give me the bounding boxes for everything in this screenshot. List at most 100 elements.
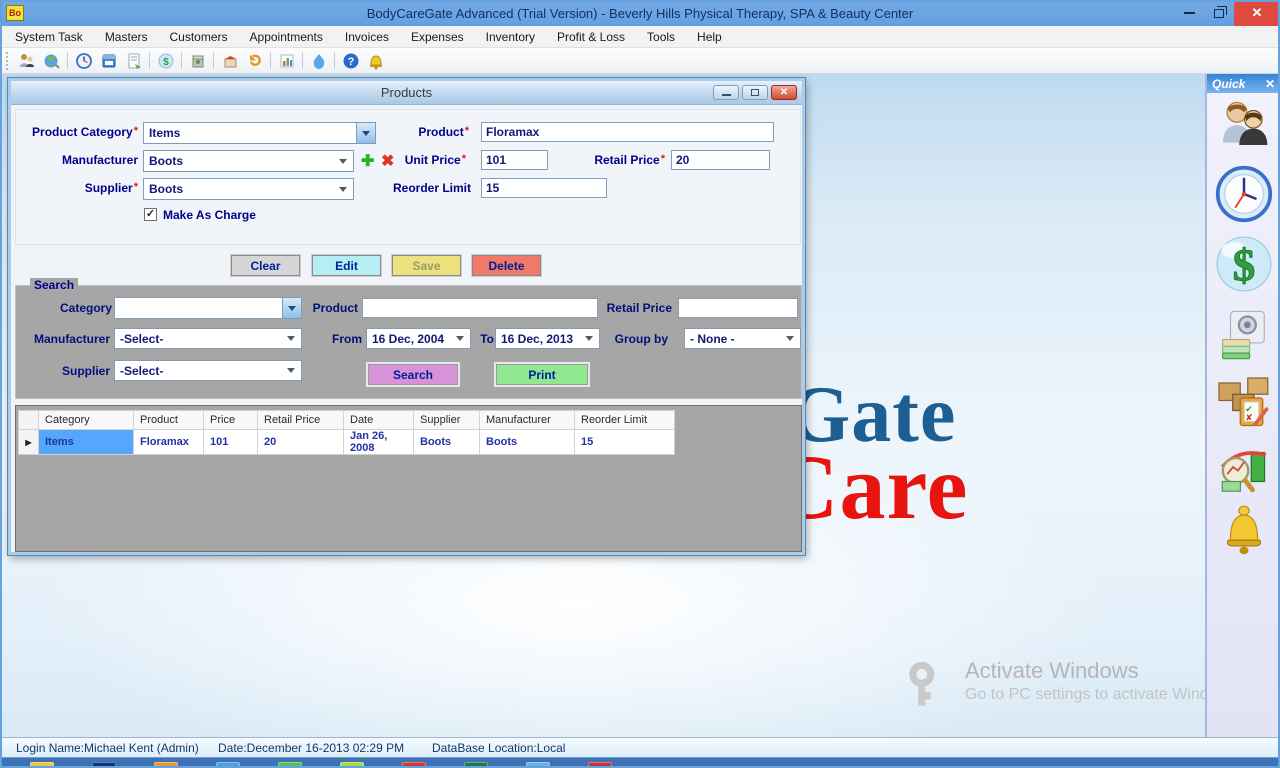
taskbar-app-icon[interactable] xyxy=(402,762,426,768)
unit-price-input[interactable] xyxy=(481,150,548,170)
taskbar-app-icon[interactable] xyxy=(92,762,116,768)
menu-customers[interactable]: Customers xyxy=(159,26,239,48)
chevron-down-icon xyxy=(287,336,295,341)
quick-customers-icon[interactable] xyxy=(1216,96,1272,157)
chevron-down-icon xyxy=(585,336,593,341)
search-retail-price-input[interactable] xyxy=(678,298,798,318)
sales-box-icon[interactable] xyxy=(217,50,242,72)
col-supplier[interactable]: Supplier xyxy=(414,411,480,430)
cell-reorder-limit[interactable]: 15 xyxy=(575,430,675,455)
delete-button[interactable]: Delete xyxy=(472,255,541,276)
cell-retail-price[interactable]: 20 xyxy=(258,430,344,455)
quick-dollar-icon[interactable]: $ xyxy=(1214,234,1274,299)
make-as-charge-checkbox[interactable]: ✓ xyxy=(144,208,157,221)
menu-invoices[interactable]: Invoices xyxy=(334,26,400,48)
product-input[interactable] xyxy=(481,122,774,142)
edit-button[interactable]: Edit xyxy=(312,255,381,276)
menu-inventory[interactable]: Inventory xyxy=(475,26,546,48)
col-retail-price[interactable]: Retail Price xyxy=(258,411,344,430)
search-supplier-combo[interactable]: -Select- xyxy=(114,360,302,381)
taskbar-app-icon[interactable] xyxy=(464,762,488,768)
world-icon[interactable] xyxy=(39,50,64,72)
product-box-icon[interactable] xyxy=(185,50,210,72)
menu-masters[interactable]: Masters xyxy=(94,26,159,48)
taskbar-app-icon[interactable] xyxy=(30,762,54,768)
remove-manufacturer-icon[interactable]: ✖ xyxy=(381,151,394,171)
clear-button[interactable]: Clear xyxy=(231,255,300,276)
splash-icon[interactable] xyxy=(306,50,331,72)
group-by-combo[interactable]: - None - xyxy=(684,328,801,349)
money-icon[interactable]: $ xyxy=(153,50,178,72)
menu-help[interactable]: Help xyxy=(686,26,733,48)
add-manufacturer-icon[interactable]: ✚ xyxy=(361,151,374,171)
dialog-maximize-button[interactable] xyxy=(742,85,768,100)
menu-appointments[interactable]: Appointments xyxy=(239,26,334,48)
reorder-limit-input[interactable] xyxy=(481,178,607,198)
cell-product[interactable]: Floramax xyxy=(134,430,204,455)
invoice-icon[interactable] xyxy=(121,50,146,72)
taskbar-app-icon[interactable] xyxy=(526,762,550,768)
search-button[interactable]: Search xyxy=(368,364,458,385)
col-product[interactable]: Product xyxy=(134,411,204,430)
search-product-input[interactable] xyxy=(362,298,598,318)
status-login: Login Name:Michael Kent (Admin) xyxy=(16,741,199,755)
quick-safe-icon[interactable] xyxy=(1217,308,1271,367)
calendar-icon[interactable] xyxy=(96,50,121,72)
chevron-down-icon[interactable] xyxy=(356,123,375,143)
supplier-combo[interactable]: Boots xyxy=(143,178,354,200)
search-category-combo[interactable] xyxy=(114,297,302,319)
minimize-button[interactable] xyxy=(1174,0,1204,26)
dialog-titlebar[interactable]: Products ✕ xyxy=(11,81,802,105)
print-button[interactable]: Print xyxy=(496,364,588,385)
quick-inventory-icon[interactable]: ✔✘ xyxy=(1214,368,1274,433)
dialog-minimize-button[interactable] xyxy=(713,85,739,100)
product-category-combo[interactable]: Items xyxy=(143,122,376,144)
clock-icon[interactable] xyxy=(71,50,96,72)
taskbar-app-icon[interactable] xyxy=(154,762,178,768)
cell-supplier[interactable]: Boots xyxy=(414,430,480,455)
manufacturer-combo[interactable]: Boots xyxy=(143,150,354,172)
quick-report-search-icon[interactable] xyxy=(1215,438,1273,501)
restore-button[interactable] xyxy=(1204,0,1234,26)
col-category[interactable]: Category xyxy=(39,411,134,430)
col-reorder-limit[interactable]: Reorder Limit xyxy=(575,411,675,430)
app-titlebar: Bo BodyCareGate Advanced (Trial Version)… xyxy=(0,0,1280,26)
cell-category[interactable]: Items xyxy=(39,430,134,455)
save-button[interactable]: Save xyxy=(392,255,461,276)
taskbar-app-icon[interactable] xyxy=(340,762,364,768)
taskbar-app-icon[interactable] xyxy=(588,762,612,768)
chevron-down-icon[interactable] xyxy=(282,298,301,318)
menu-system-task[interactable]: System Task xyxy=(4,26,94,48)
retail-price-input[interactable] xyxy=(671,150,770,170)
help-icon[interactable]: ? xyxy=(338,50,363,72)
quick-bell-icon[interactable] xyxy=(1219,502,1269,563)
close-button[interactable]: ✕ xyxy=(1234,0,1280,26)
undo-arrow-icon[interactable] xyxy=(242,50,267,72)
from-date-value: 16 Dec, 2004 xyxy=(367,332,444,346)
cell-date[interactable]: Jan 26, 2008 xyxy=(344,430,414,455)
cell-price[interactable]: 101 xyxy=(204,430,258,455)
toolbar-separator xyxy=(270,52,271,69)
menu-tools[interactable]: Tools xyxy=(636,26,686,48)
from-date-picker[interactable]: 16 Dec, 2004 xyxy=(366,328,471,349)
row-selector-header[interactable] xyxy=(19,411,39,430)
col-date[interactable]: Date xyxy=(344,411,414,430)
quick-close-icon[interactable]: ✕ xyxy=(1265,77,1275,91)
to-date-picker[interactable]: 16 Dec, 2013 xyxy=(495,328,600,349)
dialog-close-button[interactable]: ✕ xyxy=(771,85,797,100)
col-manufacturer[interactable]: Manufacturer xyxy=(480,411,575,430)
customers-icon[interactable] xyxy=(14,50,39,72)
col-price[interactable]: Price xyxy=(204,411,258,430)
report-chart-icon[interactable] xyxy=(274,50,299,72)
taskbar-app-icon[interactable] xyxy=(216,762,240,768)
search-manufacturer-combo[interactable]: -Select- xyxy=(114,328,302,349)
grid-data-row[interactable]: ▶ Items Floramax 101 20 Jan 26, 2008 Boo… xyxy=(19,430,675,455)
menu-expenses[interactable]: Expenses xyxy=(400,26,475,48)
menu-profit-loss[interactable]: Profit & Loss xyxy=(546,26,636,48)
taskbar-app-icon[interactable] xyxy=(278,762,302,768)
cell-manufacturer[interactable]: Boots xyxy=(480,430,575,455)
bell-icon[interactable] xyxy=(363,50,388,72)
taskbar xyxy=(0,757,1280,768)
quick-clock-icon[interactable] xyxy=(1214,164,1274,229)
row-selector-arrow[interactable]: ▶ xyxy=(19,430,39,455)
